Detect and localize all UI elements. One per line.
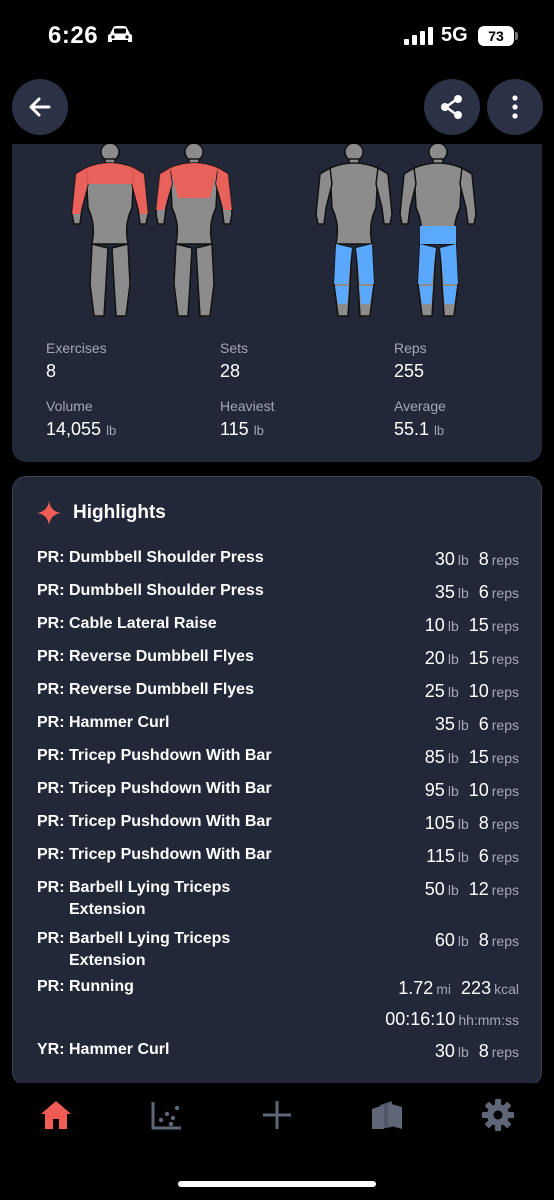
highlights-header: Highlights <box>37 501 166 525</box>
stat-value: 255 <box>394 361 425 381</box>
highlight-name: PR: Dumbbell Shoulder Press <box>37 582 264 599</box>
highlight-name: PR: Barbell Lying Triceps Extension <box>37 879 231 918</box>
highlight-running: PR: Running 1.72 mi 223 kcal 00:16:10 hh:mm:… <box>37 976 519 1032</box>
front-lower-figure <box>315 144 393 317</box>
highlight-values: 25 lb 10 reps <box>424 681 519 701</box>
signal-icon <box>404 27 433 45</box>
battery-icon: 73 <box>478 26 514 46</box>
stat-label: Average <box>394 398 446 414</box>
nav-add[interactable] <box>257 1095 297 1135</box>
nav-library[interactable] <box>367 1095 407 1135</box>
nav-stats[interactable] <box>147 1095 187 1135</box>
highlight-values: 60 lb 8 reps <box>434 930 519 950</box>
sparkle-icon <box>37 501 61 525</box>
highlight-values: 20 lb 15 reps <box>424 648 519 668</box>
gear-icon <box>482 1099 514 1131</box>
highlight-name: PR: Running <box>37 978 134 995</box>
car-icon <box>108 26 132 42</box>
highlight-values: 10 lb 15 reps <box>424 615 519 635</box>
highlight-values: 35 lb 6 reps <box>434 582 519 602</box>
stat-heaviest: Heaviest 115 lb <box>220 398 274 440</box>
highlights-card: Highlights PR: Dumbbell Shoulder Press 30… <box>12 476 542 1086</box>
arrow-left-icon <box>29 97 51 117</box>
highlight-row: PR: Tricep Pushdown With Bar 105 lb 8 reps <box>37 811 519 835</box>
highlight-name: PR: Dumbbell Shoulder Press <box>37 549 264 566</box>
highlight-name: PR: Tricep Pushdown With Bar <box>37 813 272 830</box>
more-options-button[interactable] <box>487 79 543 135</box>
stat-reps: Reps 255 <box>394 340 427 382</box>
stat-volume: Volume 14,055 lb <box>46 398 116 440</box>
share-icon <box>441 95 462 119</box>
back-button[interactable] <box>12 79 68 135</box>
highlight-running-values: 1.72 mi 223 kcal <box>398 978 519 998</box>
highlight-values: 30 lb 8 reps <box>434 549 519 569</box>
home-icon <box>41 1101 71 1129</box>
library-icon <box>372 1101 402 1129</box>
highlight-values: 50 lb 12 reps <box>424 879 519 899</box>
muscle-map <box>71 144 477 317</box>
stat-exercises: Exercises 8 <box>46 340 107 382</box>
highlight-running-duration: 00:16:10 hh:mm:ss <box>385 1009 519 1029</box>
highlight-row: PR: Cable Lateral Raise 10 lb 15 reps <box>37 613 519 637</box>
highlight-row: PR: Tricep Pushdown With Bar 85 lb 15 reps <box>37 745 519 769</box>
stat-label: Reps <box>394 340 427 356</box>
highlight-name: PR: Tricep Pushdown With Bar <box>37 747 272 764</box>
highlight-values: 115 lb 6 reps <box>426 846 519 866</box>
stat-value: 28 <box>220 361 241 381</box>
stat-label: Sets <box>220 340 249 356</box>
highlight-row: PR: Barbell Lying Triceps Extension 50 lb 1… <box>37 877 519 923</box>
highlight-values: 105 lb 8 reps <box>424 813 519 833</box>
battery-tip <box>515 32 518 40</box>
highlight-row: PR: Tricep Pushdown With Bar 95 lb 10 reps <box>37 778 519 802</box>
highlight-name: PR: Tricep Pushdown With Bar <box>37 780 272 797</box>
highlight-row: PR: Tricep Pushdown With Bar 115 lb 6 reps <box>37 844 519 868</box>
home-indicator[interactable] <box>178 1181 376 1187</box>
highlight-values: 95 lb 10 reps <box>424 780 519 800</box>
stat-value: 115 lb <box>220 419 264 439</box>
highlight-name: PR: Reverse Dumbbell Flyes <box>37 681 254 698</box>
chart-icon <box>151 1102 181 1130</box>
highlight-name: PR: Hammer Curl <box>37 714 170 731</box>
status-time: 6:26 <box>48 22 99 49</box>
highlight-row: PR: Reverse Dumbbell Flyes 20 lb 15 reps <box>37 646 519 670</box>
nav-settings[interactable] <box>478 1095 518 1135</box>
highlight-row: PR: Dumbbell Shoulder Press 35 lb 6 reps <box>37 580 519 604</box>
stat-label: Volume <box>46 398 93 414</box>
highlight-row: PR: Hammer Curl 35 lb 6 reps <box>37 712 519 736</box>
stat-value: 55.1 lb <box>394 419 445 439</box>
nav-home[interactable] <box>36 1095 76 1135</box>
highlight-name: PR: Reverse Dumbbell Flyes <box>37 648 254 665</box>
workout-summary-card: Exercises 8 Sets 28 Reps 255 Volume 14,0… <box>12 144 542 462</box>
plus-icon <box>263 1101 291 1129</box>
highlight-row: PR: Reverse Dumbbell Flyes 25 lb 10 reps <box>37 679 519 703</box>
highlight-name: PR: Cable Lateral Raise <box>37 615 217 632</box>
highlight-year-record: YR: Hammer Curl 30 lb 8 reps <box>37 1039 519 1065</box>
stat-average: Average 55.1 lb <box>394 398 446 440</box>
highlight-name: PR: Tricep Pushdown With Bar <box>37 846 272 863</box>
stat-value: 14,055 lb <box>46 419 117 439</box>
highlight-name: YR: Hammer Curl <box>37 1041 170 1058</box>
highlight-name: PR: Barbell Lying Triceps Extension <box>37 930 231 969</box>
stat-label: Exercises <box>46 340 107 356</box>
highlight-values: 85 lb 15 reps <box>424 747 519 767</box>
network-type: 5G <box>441 24 468 46</box>
stat-value: 8 <box>46 361 57 381</box>
back-upper-figure <box>155 144 233 317</box>
highlight-values: 30 lb 8 reps <box>434 1041 519 1061</box>
highlight-values: 35 lb 6 reps <box>434 714 519 734</box>
highlight-row: PR: Dumbbell Shoulder Press 30 lb 8 reps <box>37 547 519 571</box>
highlights-title: Highlights <box>73 502 166 523</box>
stat-sets: Sets 28 <box>220 340 248 382</box>
highlight-row: PR: Barbell Lying Triceps Extension 60 lb 8… <box>37 928 519 974</box>
front-upper-figure <box>71 144 149 317</box>
status-bar: 6:26 5G 73 <box>0 0 554 70</box>
back-lower-figure <box>399 144 477 317</box>
share-button[interactable] <box>424 79 480 135</box>
vertical-dots-icon <box>512 95 518 119</box>
stat-label: Heaviest <box>220 398 275 414</box>
